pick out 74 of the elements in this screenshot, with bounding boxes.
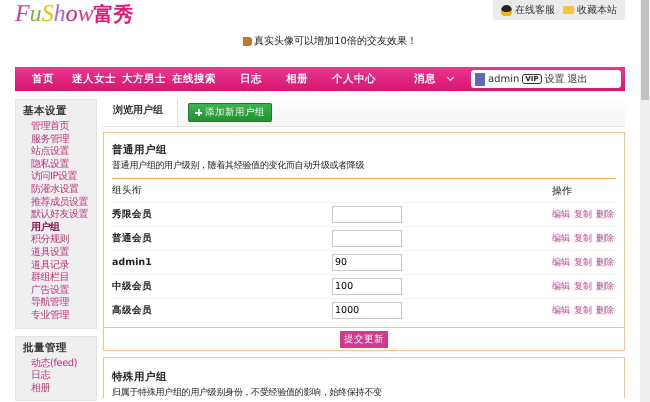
column-header: 操作 <box>552 184 572 198</box>
sidebar-link[interactable]: 用户组 <box>23 222 96 234</box>
folder-icon <box>563 6 574 14</box>
logo[interactable]: FuShow富秀 <box>15 0 134 28</box>
action-link[interactable]: 编辑 <box>552 280 570 293</box>
sidebar-link[interactable]: 专业管理 <box>23 310 96 322</box>
sidebar-link[interactable]: 道具记录 <box>23 260 96 272</box>
nav-link[interactable]: 在线搜索 <box>172 72 216 86</box>
action-link[interactable]: 复制 <box>574 256 592 269</box>
action-link[interactable]: 编辑 <box>552 208 570 221</box>
action-link[interactable]: 编辑 <box>552 232 570 245</box>
action-link[interactable]: 删除 <box>596 208 614 221</box>
section-description: 普通用户组的用户级别，随着其经验值的变化而自动升级或者降级 <box>112 157 616 179</box>
avatar-icon <box>475 72 485 86</box>
sidebar-link[interactable]: 站点设置 <box>23 146 96 159</box>
table-cell-text: 普通会员 <box>112 232 153 245</box>
sidebar-link[interactable]: 管理首页 <box>23 121 96 134</box>
nav-link[interactable]: 消息 <box>414 72 436 86</box>
nav-link[interactable]: 大方男士 <box>122 72 166 86</box>
table-cell-text: admin1 <box>112 257 153 268</box>
sidebar-link[interactable]: 广告设置 <box>23 284 96 298</box>
scrollbar[interactable] <box>640 0 650 402</box>
input-field[interactable]: 90 <box>332 254 402 271</box>
action-link[interactable]: 删除 <box>596 256 614 269</box>
top-link[interactable]: 收藏本站 <box>563 3 617 17</box>
nav-link[interactable]: 个人中心 <box>332 72 376 86</box>
sidebar-link[interactable]: 导航管理 <box>23 297 96 310</box>
action-link[interactable]: 删除 <box>596 280 614 293</box>
sidebar-link[interactable]: 相册 <box>23 382 96 396</box>
sidebar-heading: 批量管理 <box>23 340 68 354</box>
plus-icon <box>195 109 202 116</box>
sidebar-link[interactable]: 积分规则 <box>23 234 96 247</box>
user-link[interactable]: 退出 <box>568 72 588 86</box>
sidebar-link[interactable]: 日志 <box>23 370 96 383</box>
action-link[interactable]: 复制 <box>574 232 592 245</box>
sidebar-link[interactable]: 道具设置 <box>23 246 96 260</box>
input-field[interactable] <box>332 230 402 247</box>
action-link[interactable]: 复制 <box>574 208 592 221</box>
table-cell-text: 高级会员 <box>112 304 153 317</box>
sidebar-link[interactable]: 推荐成员设置 <box>23 196 96 210</box>
action-link[interactable]: 复制 <box>574 304 592 317</box>
action-link[interactable]: 复制 <box>574 280 592 293</box>
sidebar-link[interactable]: 访问IP设置 <box>23 171 96 184</box>
section-title: 普通用户组 <box>112 143 168 157</box>
input-field[interactable] <box>332 206 402 223</box>
sidebar-heading: 基本设置 <box>23 104 68 118</box>
notice-text: 真实头像可以增加10倍的交友效果！ <box>254 34 417 48</box>
table-cell-text: 秀限会员 <box>112 208 153 221</box>
input-field[interactable]: 100 <box>332 278 402 295</box>
nav-link[interactable]: 日志 <box>240 72 262 86</box>
top-link[interactable]: 在线客服 <box>501 3 555 17</box>
action-link[interactable]: 编辑 <box>552 304 570 317</box>
sidebar-link[interactable]: 隐私设置 <box>23 158 96 172</box>
action-link[interactable]: 删除 <box>596 304 614 317</box>
username-link[interactable]: admin <box>488 74 520 84</box>
submit-button[interactable]: 提交更新 <box>340 330 388 348</box>
sidebar-link[interactable]: 默认好友设置 <box>23 209 96 222</box>
table-cell-text: 中级会员 <box>112 280 153 293</box>
tab[interactable]: 浏览用户组 <box>103 99 178 126</box>
input-field[interactable]: 1000 <box>332 302 402 319</box>
sidebar-link[interactable]: 防灌水设置 <box>23 184 96 197</box>
section-description: 归属于特殊用户组的用户级别身份，不受经验值的影响，始终保持不变 <box>112 386 383 399</box>
user-link[interactable]: 设置 <box>544 72 564 86</box>
add-button[interactable]: 添加新用户组 <box>188 103 272 122</box>
sidebar-link[interactable]: 动态(feed) <box>23 358 96 370</box>
section-title: 特殊用户组 <box>112 370 168 384</box>
action-link[interactable]: 删除 <box>596 232 614 245</box>
action-link[interactable]: 编辑 <box>552 256 570 269</box>
nav-link[interactable]: 迷人女士 <box>72 72 116 86</box>
sidebar-link[interactable]: 群组栏目 <box>23 272 96 285</box>
column-header: 组头衔 <box>112 184 143 197</box>
sidebar-link[interactable]: 服务管理 <box>23 134 96 146</box>
nav-link[interactable]: 相册 <box>286 72 308 86</box>
nav-link[interactable]: 首页 <box>32 72 54 86</box>
